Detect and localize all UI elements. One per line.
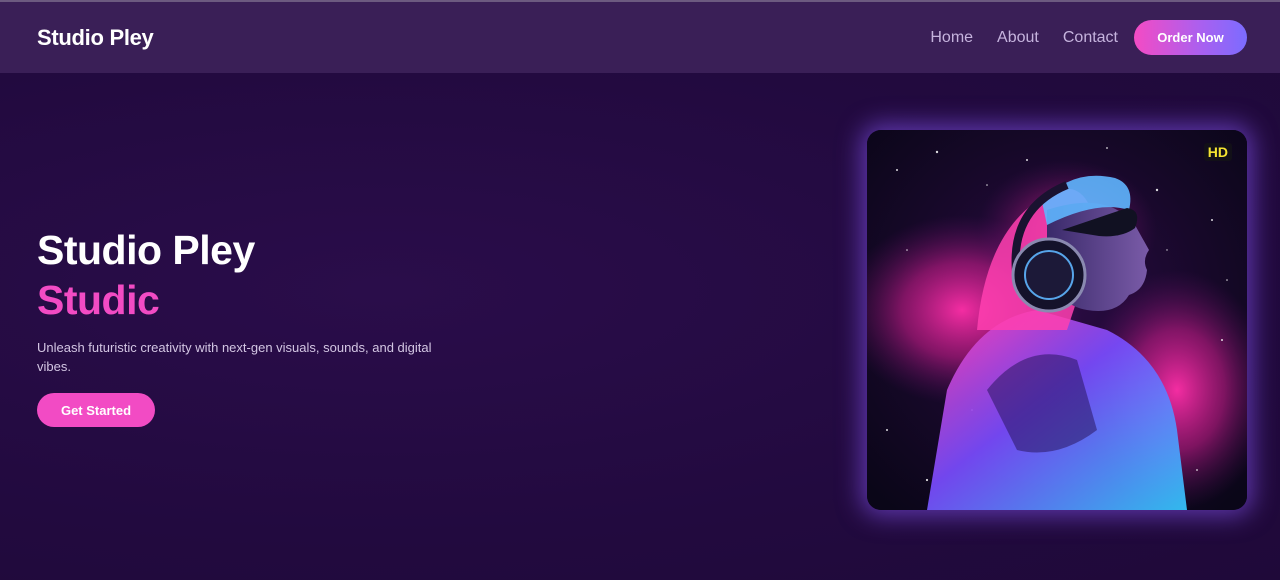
main-nav: Home About Contact Order Now: [930, 20, 1247, 55]
nav-link-contact[interactable]: Contact: [1063, 29, 1118, 47]
navbar: Studio Pley Home About Contact Order Now: [0, 0, 1280, 73]
page: Studio Pley Home About Contact Order Now…: [0, 0, 1280, 580]
hd-badge: HD: [1203, 143, 1232, 161]
nav-link-home[interactable]: Home: [930, 29, 973, 47]
hero-subtitle: Studic: [37, 277, 160, 323]
hero-image-card: HD: [867, 130, 1247, 510]
get-started-button[interactable]: Get Started: [37, 393, 155, 427]
brand-logo[interactable]: Studio Pley: [37, 25, 154, 51]
hero-title: Studio Pley: [37, 227, 255, 273]
order-now-button[interactable]: Order Now: [1134, 20, 1247, 55]
nav-link-about[interactable]: About: [997, 29, 1039, 47]
hero-description: Unleash futuristic creativity with next-…: [37, 340, 432, 374]
neon-portrait-image: [867, 130, 1247, 510]
